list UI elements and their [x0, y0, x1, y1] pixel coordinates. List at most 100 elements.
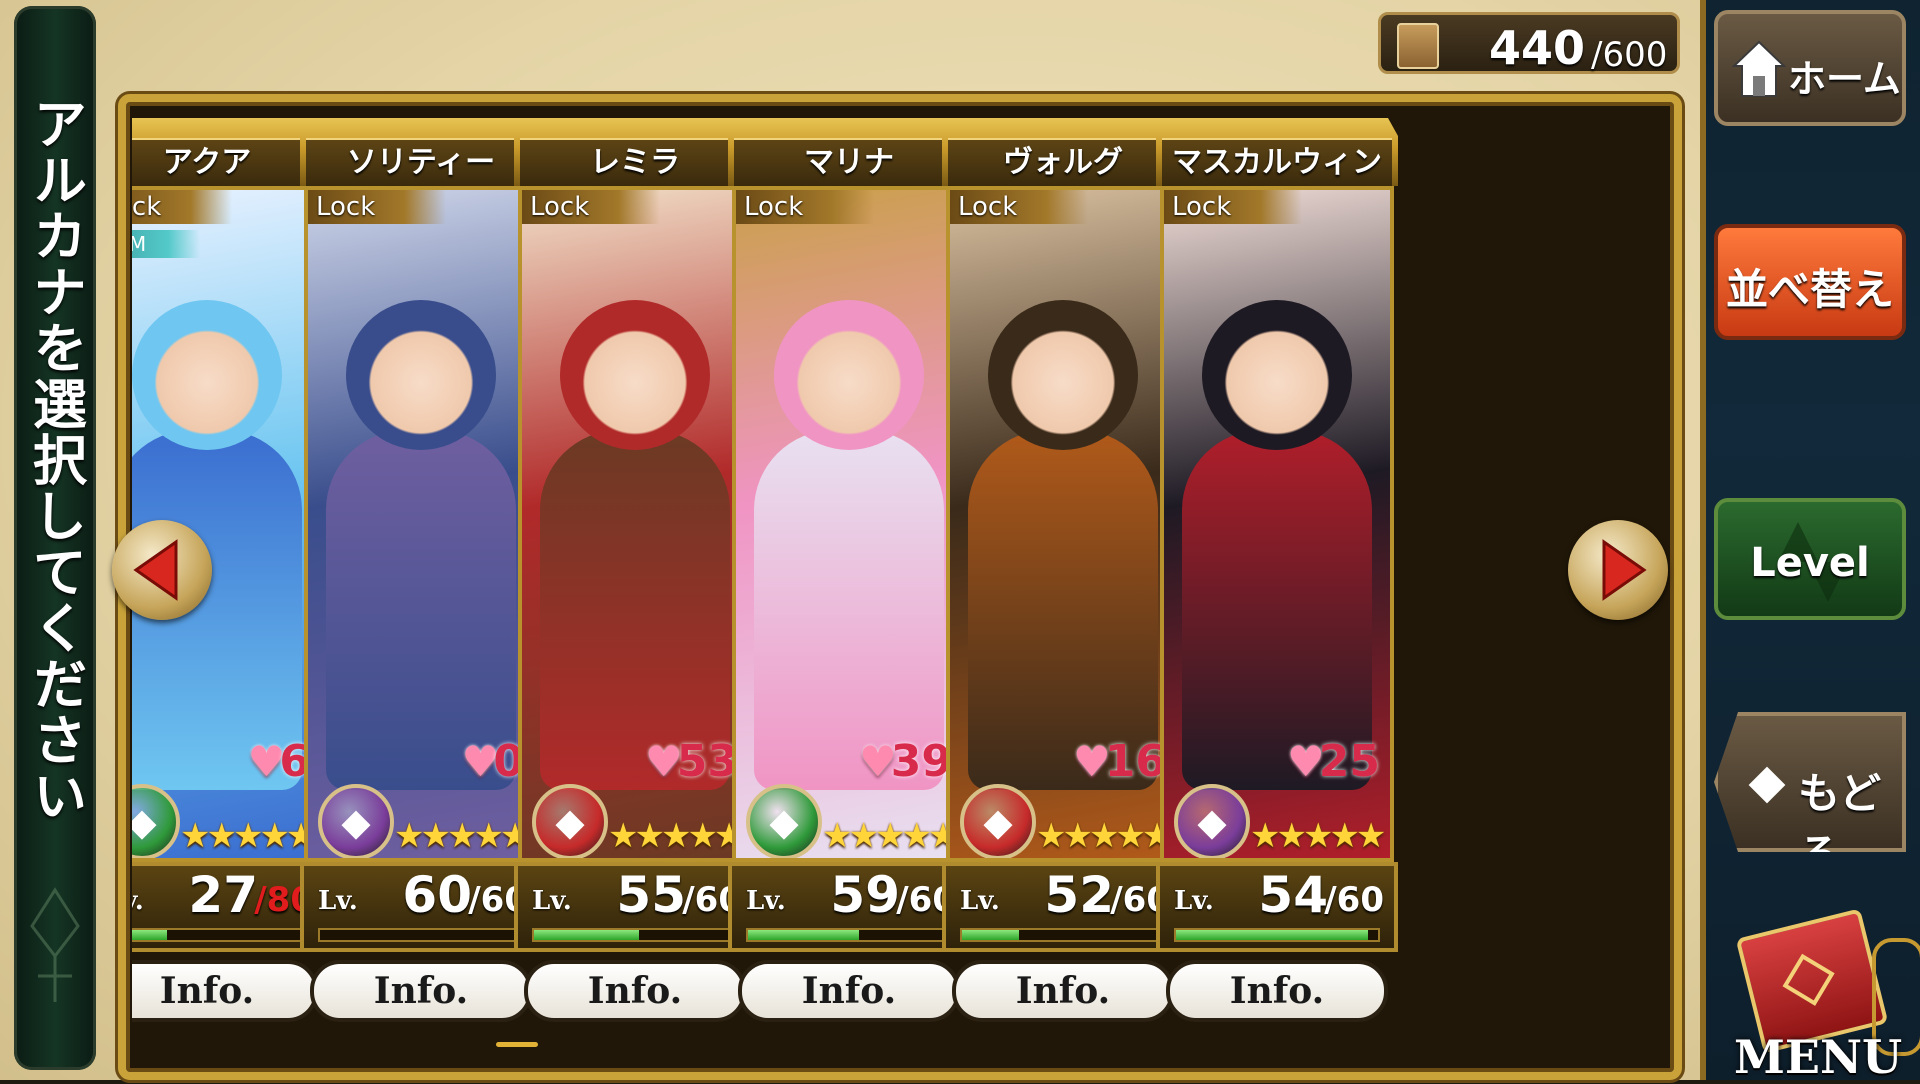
level-panel: Lv. 54 /60	[1156, 862, 1398, 952]
experience-bar	[1174, 928, 1380, 942]
info-button[interactable]: Info.	[132, 960, 318, 1022]
card-name-plate: ソリティー	[300, 118, 542, 186]
character-face	[988, 300, 1138, 450]
lock-tag: Lock	[736, 190, 874, 224]
rarity-stars: ★★★★★	[1036, 816, 1172, 856]
character-name: マリナ	[734, 138, 964, 186]
lock-tag: Lock	[522, 190, 660, 224]
level-panel: Lv. 27 /80	[132, 862, 328, 952]
level-panel: Lv. 52 /60	[942, 862, 1184, 952]
level-panel: Lv. 60 /60	[300, 862, 542, 952]
menu-button[interactable]: MENU	[1722, 908, 1920, 1084]
rarity-stars: ★★★★★	[608, 816, 744, 856]
character-portrait[interactable]: Lock ♥16 ◆ ★★★★★	[946, 186, 1180, 862]
character-face	[774, 300, 924, 450]
rarity-stars: ★★★★★	[822, 816, 958, 856]
character-name: アクア	[132, 138, 322, 186]
character-portrait[interactable]: Lock ♥0 ◆ ★★★★★	[304, 186, 538, 862]
character-name: ヴォルグ	[948, 138, 1178, 186]
current-level: 52	[1044, 866, 1114, 924]
lock-tag: Lock	[1164, 190, 1302, 224]
info-button[interactable]: Info.	[1166, 960, 1388, 1022]
arrow-left-icon[interactable]	[112, 520, 212, 620]
card-capacity-counter: 440 /600	[1378, 12, 1680, 75]
arrow-right-icon[interactable]	[1568, 520, 1668, 620]
home-icon	[1732, 40, 1786, 97]
level-label: Level	[1750, 540, 1870, 586]
character-card[interactable]: レミラ Lock ♥53 ◆ ★★★★★ Lv. 55 /60 Info.	[514, 118, 756, 1034]
affection-value: 25	[1318, 736, 1380, 787]
rarity-stars: ★★★★★	[180, 816, 316, 856]
level-panel: Lv. 59 /60	[728, 862, 970, 952]
arcane-element-icon: ◆	[318, 784, 394, 858]
info-button[interactable]: Info.	[952, 960, 1174, 1022]
back-button[interactable]: もどる	[1714, 712, 1906, 852]
back-diamond-icon	[1748, 766, 1786, 804]
instruction-banner: アルカナを選択してください	[14, 6, 96, 1070]
level-label: Lv.	[318, 886, 358, 916]
character-name: レミラ	[520, 138, 750, 186]
level-panel: Lv. 55 /60	[514, 862, 756, 952]
card-stack-icon	[1397, 23, 1439, 69]
card-name-plate: マリナ	[728, 118, 970, 186]
page-indicator	[496, 1042, 538, 1047]
experience-fill	[748, 930, 860, 940]
character-face	[132, 300, 282, 450]
fire-element-icon: ◆	[532, 784, 608, 858]
affection-count: ♥25	[1287, 736, 1380, 787]
max-level: /60	[1324, 880, 1384, 920]
banner-ornament-icon	[30, 887, 80, 1002]
experience-bar	[746, 928, 952, 942]
current-level: 59	[830, 866, 900, 924]
level-label: Lv.	[132, 886, 144, 916]
character-face	[560, 300, 710, 450]
bgm-tag: BGM	[132, 230, 200, 258]
level-label: Lv.	[746, 886, 786, 916]
home-button[interactable]: ホーム	[1714, 10, 1906, 126]
lock-tag: Lock	[308, 190, 446, 224]
character-name: マスカルウィン	[1162, 138, 1392, 186]
info-button[interactable]: Info.	[738, 960, 960, 1022]
card-count: 440	[1489, 21, 1586, 75]
level-label: Lv.	[960, 886, 1000, 916]
experience-fill	[132, 930, 167, 940]
character-face	[346, 300, 496, 450]
current-level: 27	[188, 866, 258, 924]
character-card[interactable]: ヴォルグ Lock ♥16 ◆ ★★★★★ Lv. 52 /60 Info.	[942, 118, 1184, 1034]
card-capacity: /600	[1591, 35, 1668, 75]
experience-fill	[1176, 930, 1368, 940]
info-button[interactable]: Info.	[524, 960, 746, 1022]
lock-tag: Lock	[950, 190, 1088, 224]
arcane-element-icon: ◆	[1174, 784, 1250, 858]
character-card[interactable]: ソリティー Lock ♥0 ◆ ★★★★★ Lv. 60 /60 Info.	[300, 118, 542, 1034]
sort-label: 並べ替え	[1725, 265, 1894, 314]
wind-element-icon: ◆	[132, 784, 180, 858]
experience-fill	[534, 930, 640, 940]
experience-bar	[532, 928, 738, 942]
experience-fill	[962, 930, 1019, 940]
sort-button[interactable]: 並べ替え	[1714, 224, 1906, 340]
character-face	[1202, 300, 1352, 450]
level-sort-toggle[interactable]: Level	[1714, 498, 1906, 620]
character-card[interactable]: マスカルウィン Lock ♥25 ◆ ★★★★★ Lv. 54 /60 Info…	[1156, 118, 1398, 1034]
menu-label: MENU	[1734, 1030, 1903, 1084]
character-portrait[interactable]: Lock ♥53 ◆ ★★★★★	[518, 186, 752, 862]
lock-tag: Lock	[132, 190, 232, 224]
character-portrait[interactable]: Lock ♥39 ◆ ★★★★★	[732, 186, 966, 862]
card-name-plate: レミラ	[514, 118, 756, 186]
wind-element-icon: ◆	[746, 784, 822, 858]
rarity-stars: ★★★★★	[394, 816, 530, 856]
character-portrait[interactable]: Lock ♥25 ◆ ★★★★★	[1160, 186, 1394, 862]
info-button[interactable]: Info.	[310, 960, 532, 1022]
character-name: ソリティー	[306, 138, 536, 186]
home-label: ホーム	[1788, 57, 1901, 101]
current-level: 54	[1258, 866, 1328, 924]
current-level: 55	[616, 866, 686, 924]
affection-count: ♥39	[859, 736, 952, 787]
affection-count: ♥16	[1073, 736, 1166, 787]
current-level: 60	[402, 866, 472, 924]
card-strip: アクア Lock BGM ♥6 ◆ ★★★★★ Lv. 27 /80 Info.…	[132, 108, 1668, 1068]
instruction-text: アルカナを選択してください	[23, 96, 87, 824]
character-card[interactable]: マリナ Lock ♥39 ◆ ★★★★★ Lv. 59 /60 Info.	[728, 118, 970, 1034]
card-name-plate: ヴォルグ	[942, 118, 1184, 186]
